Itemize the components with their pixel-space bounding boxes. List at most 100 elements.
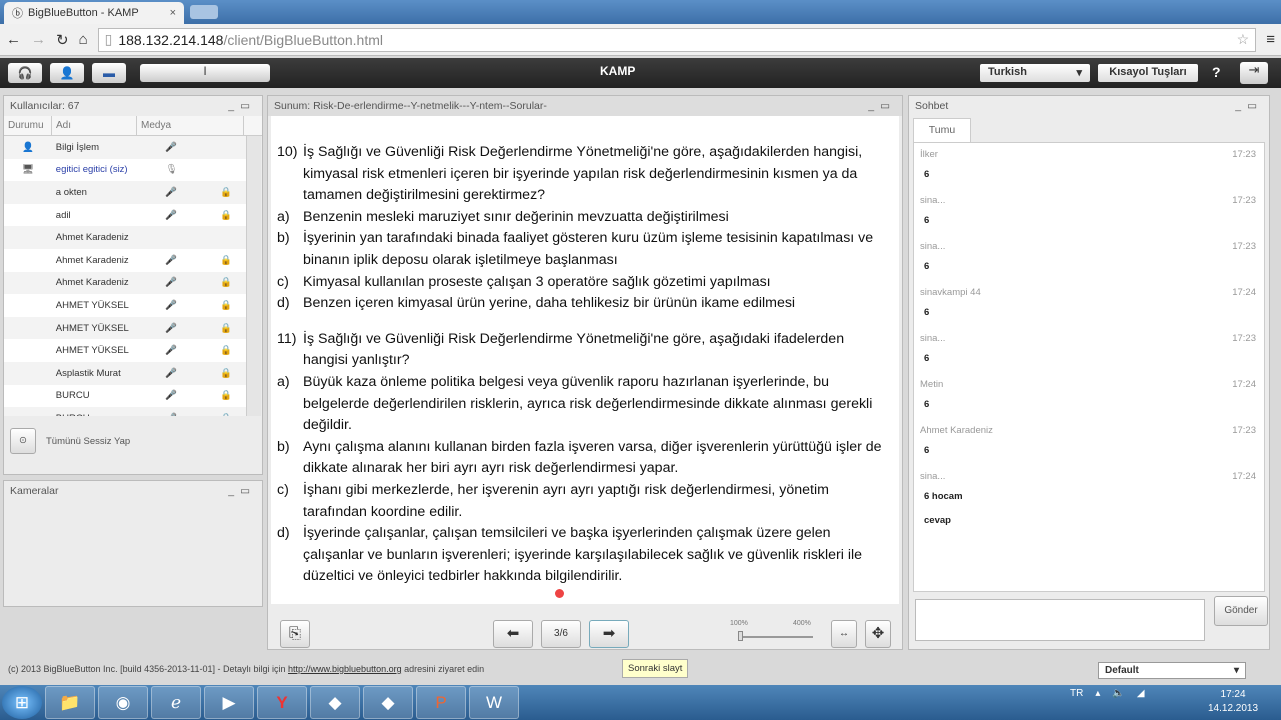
user-row[interactable]: BURCU🎤🔒 xyxy=(4,384,246,408)
webcam-button[interactable]: 👤 xyxy=(50,63,84,83)
maximize-icon[interactable]: ▭ xyxy=(240,485,256,497)
lock-icon: 🔒 xyxy=(220,277,232,289)
mic-icon[interactable]: 🎤 xyxy=(136,210,206,221)
user-row[interactable]: 👤 Bilgi İşlem 🎤 xyxy=(4,136,246,159)
option-text: Aynı çalışma alanını kullanan birden faz… xyxy=(303,438,882,477)
chat-message: sina... 17:23 6 xyxy=(914,189,1264,235)
back-icon[interactable]: ← xyxy=(6,31,21,48)
network-icon[interactable]: ◢ xyxy=(1137,688,1145,699)
minimize-icon[interactable]: _ xyxy=(868,100,880,112)
chat-time: 17:23 xyxy=(1232,195,1256,206)
users-scrollbar[interactable] xyxy=(246,136,261,416)
next-slide-button[interactable]: ➡ xyxy=(589,620,629,648)
browser-tab[interactable]: ⓑ BigBlueButton - KAMP × xyxy=(4,2,184,24)
recorder-taskbar-button[interactable]: ◆ xyxy=(363,686,413,719)
new-tab-button[interactable] xyxy=(190,5,218,19)
play-icon: ▶ xyxy=(222,692,236,712)
yandex-taskbar-button[interactable]: Y xyxy=(257,686,307,719)
user-row[interactable]: Ahmet Karadeniz xyxy=(4,226,246,249)
column-name[interactable]: Adı xyxy=(52,116,137,135)
mute-all-button[interactable]: ⊙ xyxy=(10,428,36,454)
column-media[interactable]: Medya xyxy=(137,116,244,135)
mic-icon[interactable]: 🎤 xyxy=(136,413,206,416)
language-select[interactable]: Turkish ▾ xyxy=(980,64,1090,82)
user-row[interactable]: 🖥 egitici egitici (siz) 🎙 xyxy=(4,158,246,182)
upload-button[interactable]: ⎘ xyxy=(280,620,310,648)
explorer-taskbar-button[interactable]: 📁 xyxy=(45,686,95,719)
shortcut-keys-button[interactable]: Kısayol Tuşları xyxy=(1098,64,1198,82)
layout-select[interactable]: Default ▾ xyxy=(1098,662,1246,679)
mic-icon[interactable]: 🎤 xyxy=(136,390,206,401)
minimize-icon[interactable]: _ xyxy=(228,485,240,497)
camtasia-taskbar-button[interactable]: ◆ xyxy=(310,686,360,719)
user-row[interactable]: Ahmet Karadeniz 🎤 🔒 xyxy=(4,248,246,272)
question: 11) İş Sağlığı ve Güvenliği Risk Değerlen… xyxy=(277,329,891,372)
volume-icon[interactable]: 🔈 xyxy=(1112,688,1124,699)
start-button[interactable]: ⊞ xyxy=(2,686,42,719)
fit-page-button[interactable]: ✥ xyxy=(865,620,891,648)
chat-text: 6 xyxy=(924,353,930,364)
user-row[interactable]: AHMET YÜKSEL 🎤 🔒 xyxy=(4,316,246,340)
minimize-icon[interactable]: _ xyxy=(1235,100,1247,112)
user-row[interactable]: AHMET YÜKSEL 🎤 🔒 xyxy=(4,294,246,317)
chat-sender: sina... xyxy=(920,195,946,206)
mic-icon[interactable]: 🎤 xyxy=(136,142,206,153)
word-taskbar-button[interactable]: W xyxy=(469,686,519,719)
user-row[interactable]: a okten 🎤 🔒 xyxy=(4,181,246,204)
media-player-taskbar-button[interactable]: ▶ xyxy=(204,686,254,719)
maximize-icon[interactable]: ▭ xyxy=(240,100,256,112)
answer-option: a) Büyük kaza önleme politika belgesi vey… xyxy=(277,372,891,437)
send-button[interactable]: Gönder xyxy=(1214,596,1268,626)
user-row[interactable]: Asplastik Murat 🎤 🔒 xyxy=(4,361,246,385)
zoom-slider[interactable] xyxy=(738,631,813,641)
zoom-slider-thumb[interactable] xyxy=(738,631,743,641)
clock[interactable]: 17:24 14.12.2013 xyxy=(1208,688,1258,716)
headset-button[interactable]: 🎧 xyxy=(8,63,42,83)
user-row[interactable]: adil 🎤 🔒 xyxy=(4,203,246,227)
language-indicator[interactable]: TR xyxy=(1070,688,1083,699)
mic-icon[interactable]: 🎤 xyxy=(136,187,206,198)
user-row[interactable]: BURCU🎤🔒 xyxy=(4,407,246,416)
url-input[interactable]: ▯ 188.132.214.148/client/BigBlueButton.ht… xyxy=(97,27,1257,52)
fit-width-button[interactable]: ↔ xyxy=(831,620,857,648)
mic-icon[interactable]: 🎤 xyxy=(136,368,206,379)
maximize-icon[interactable]: ▭ xyxy=(1247,100,1263,112)
mic-icon[interactable]: 🎤 xyxy=(136,300,206,311)
chat-text: 6 xyxy=(924,261,930,272)
mic-icon[interactable]: 🎤 xyxy=(136,277,206,288)
forward-icon[interactable]: → xyxy=(31,31,46,48)
show-hidden-icon[interactable]: ▴ xyxy=(1095,688,1100,699)
logout-button[interactable]: ⇥ xyxy=(1240,62,1268,84)
reload-icon[interactable]: ↻ xyxy=(56,31,69,49)
mic-icon[interactable]: 🎙 xyxy=(136,164,206,175)
presentation-panel: Sunum: Risk-De-erlendirme--Y-netmelik---… xyxy=(267,95,903,650)
chrome-taskbar-button[interactable]: ◉ xyxy=(98,686,148,719)
monitor-icon: ▬ xyxy=(103,66,115,80)
chat-input[interactable] xyxy=(915,599,1205,641)
maximize-icon[interactable]: ▭ xyxy=(880,100,896,112)
page-indicator[interactable]: 3/6 xyxy=(541,620,581,648)
mic-icon[interactable]: 🎤 xyxy=(136,323,206,334)
chat-message: sina... 17:23 6 xyxy=(914,327,1264,373)
mic-volume-slider[interactable]: ǀ xyxy=(140,64,270,82)
user-name: AHMET YÜKSEL xyxy=(55,345,129,357)
option-text: Benzen içeren kimyasal ürün yerine, daha… xyxy=(303,295,796,312)
column-status[interactable]: Durumu xyxy=(4,116,52,135)
bbb-link[interactable]: http://www.bigbluebutton.org xyxy=(288,664,402,674)
menu-icon[interactable]: ≡ xyxy=(1266,31,1275,48)
ie-taskbar-button[interactable]: ℯ xyxy=(151,686,201,719)
mic-icon[interactable]: 🎤 xyxy=(136,255,206,266)
mic-icon[interactable]: 🎤 xyxy=(136,345,206,356)
help-button[interactable]: ? xyxy=(1212,64,1221,80)
close-tab-icon[interactable]: × xyxy=(170,7,176,19)
tab-all[interactable]: Tumu xyxy=(913,118,971,142)
previous-slide-button[interactable]: ⬅ xyxy=(493,620,533,648)
user-row[interactable]: AHMET YÜKSEL 🎤 🔒 xyxy=(4,339,246,362)
bookmark-star-icon[interactable]: ☆ xyxy=(1237,31,1250,48)
powerpoint-taskbar-button[interactable]: P xyxy=(416,686,466,719)
user-row[interactable]: Ahmet Karadeniz 🎤 🔒 xyxy=(4,271,246,295)
desktop-share-button[interactable]: ▬ xyxy=(92,63,126,83)
minimize-icon[interactable]: _ xyxy=(228,100,240,112)
home-icon[interactable]: ⌂ xyxy=(79,31,88,48)
chat-sender: sina... xyxy=(920,333,946,344)
